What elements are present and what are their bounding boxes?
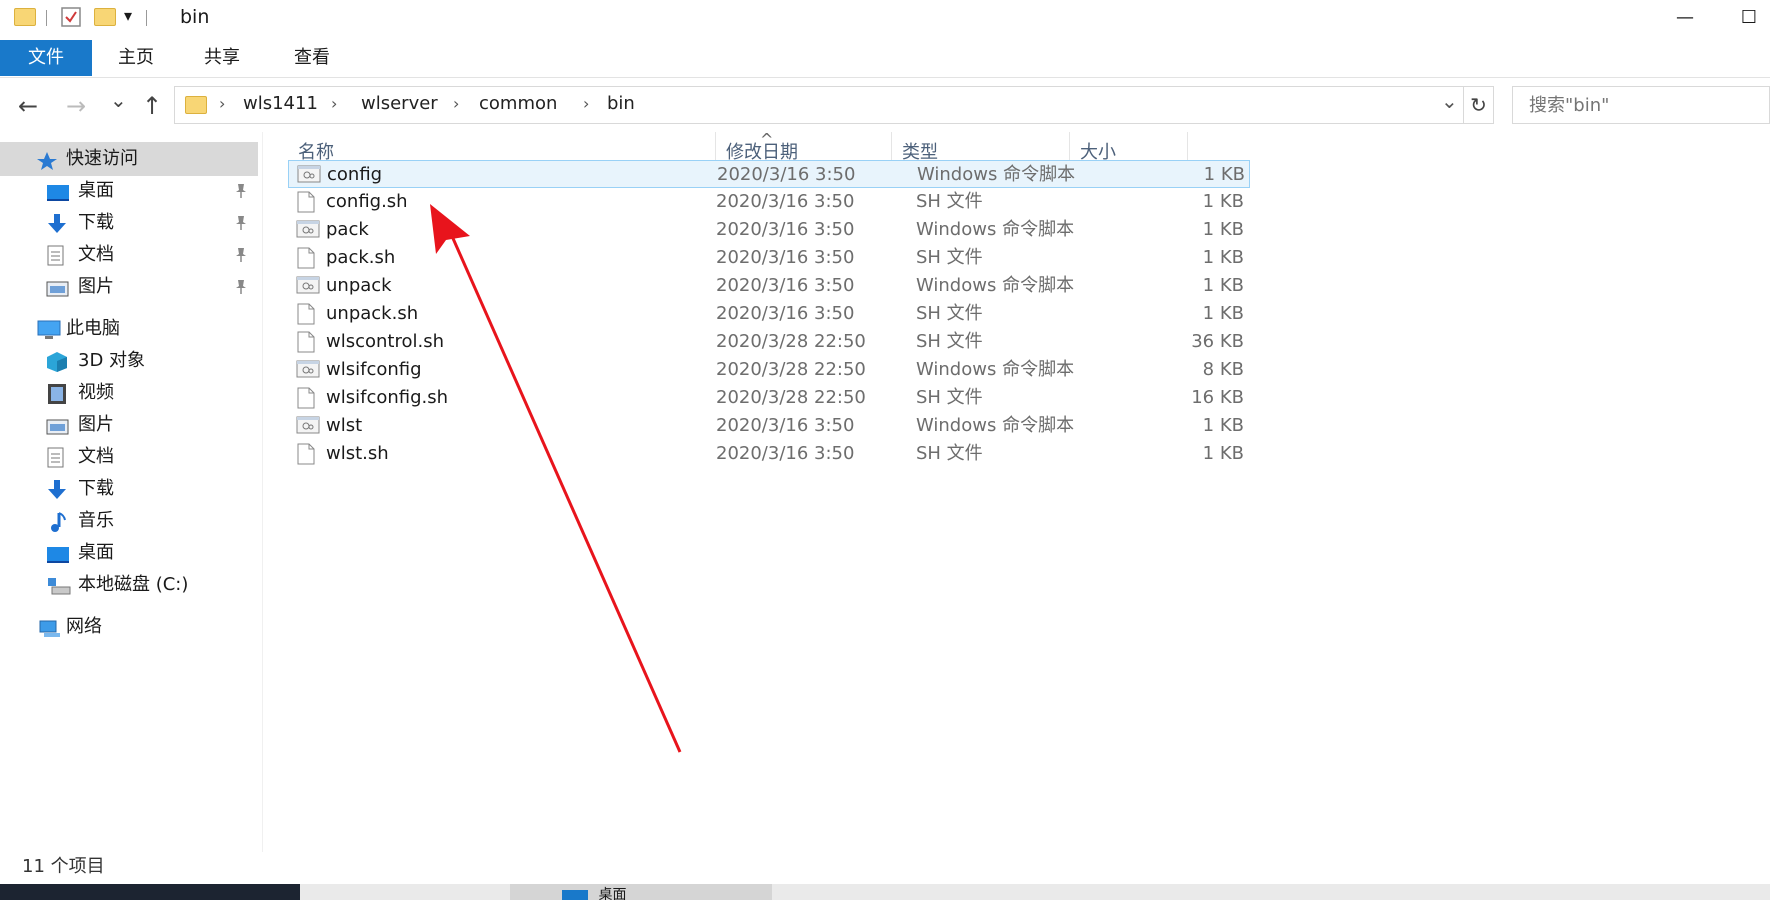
file-explorer-window: ▾ bin — ☐ 文件 主页 共享 查看 ← → ⌄ ↑ › wls1411 … <box>0 0 1770 900</box>
annotation-arrow <box>430 204 682 753</box>
status-item-count: 11 个项目 <box>22 856 105 877</box>
taskbar: 桌面 <box>0 884 1770 900</box>
desktop-icon <box>562 890 588 900</box>
taskbar-item-label: 桌面 <box>598 887 627 900</box>
taskbar-left <box>0 884 300 900</box>
taskbar-item-desktop[interactable]: 桌面 <box>510 884 772 900</box>
